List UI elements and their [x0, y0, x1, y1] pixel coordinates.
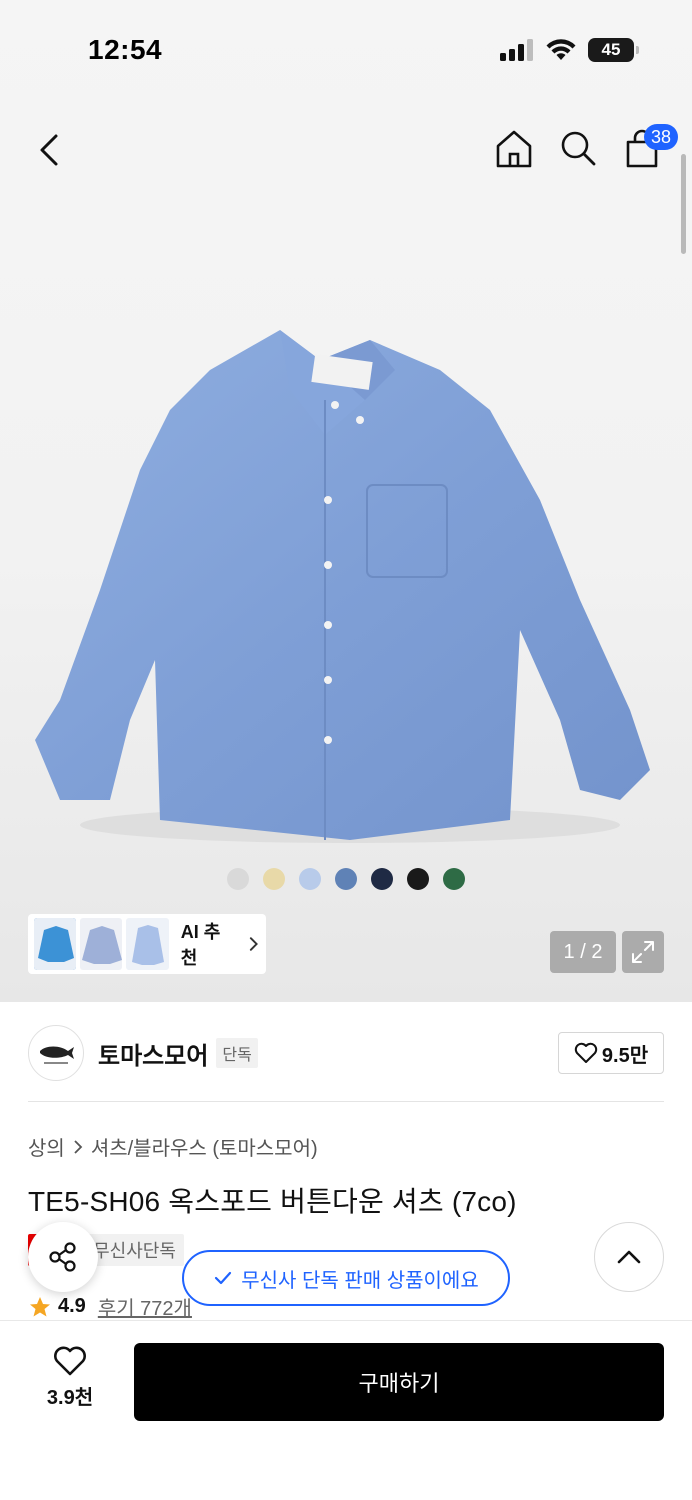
heart-icon — [54, 1346, 86, 1376]
breadcrumb-item-subcategory[interactable]: 셔츠/블라우스 (토마스모어) — [91, 1132, 318, 1161]
check-icon — [215, 1271, 232, 1285]
exclusive-tag: 무신사단독 — [85, 1234, 184, 1266]
brand-like-button[interactable]: 9.5만 — [558, 1032, 664, 1074]
divider — [28, 1101, 664, 1102]
chevron-right-icon — [74, 1139, 83, 1154]
battery-indicator: 45 — [588, 38, 639, 62]
search-button[interactable] — [558, 126, 598, 170]
cellular-signal-icon — [500, 39, 533, 61]
rating-row: 4.9 후기 772개 — [28, 1292, 192, 1321]
ai-recommend-label: AI 추천 — [180, 922, 221, 968]
brand-like-count: 9.5만 — [601, 1044, 649, 1067]
cart-button[interactable]: 38 — [622, 124, 678, 170]
wishlist-count: 3.9천 — [46, 1387, 94, 1409]
image-page-indicator: 1 / 2 — [550, 931, 616, 973]
product-image[interactable] — [20, 300, 670, 860]
expand-image-button[interactable] — [622, 931, 664, 973]
product-title: TE5-SH06 옥스포드 버튼다운 셔츠 (7co) — [28, 1186, 517, 1217]
share-icon — [49, 1242, 76, 1272]
breadcrumb-item-category[interactable]: 상의 — [28, 1132, 65, 1161]
wifi-icon — [546, 39, 576, 60]
brand-name[interactable]: 토마스모어 — [98, 1036, 208, 1071]
color-swatch-1[interactable] — [227, 868, 249, 890]
color-swatch-2[interactable] — [263, 868, 285, 890]
breadcrumb: 상의 셔츠/블라우스 (토마스모어) — [28, 1132, 318, 1161]
header-actions: 38 — [494, 124, 678, 170]
status-bar: 12:54 45 — [0, 0, 692, 100]
exclusive-toast: 무신사 단독 판매 상품이에요 — [182, 1250, 510, 1306]
buy-button[interactable]: 구매하기 — [134, 1343, 664, 1421]
status-time: 12:54 — [88, 34, 163, 65]
chevron-left-icon — [40, 134, 58, 166]
heart-icon — [574, 1042, 598, 1063]
home-button[interactable] — [494, 126, 534, 170]
chevron-up-icon — [617, 1250, 641, 1264]
ai-thumbnail-3 — [126, 918, 169, 970]
brand-exclusive-tag: 단독 — [216, 1038, 258, 1068]
scroll-to-top-button[interactable] — [594, 1222, 664, 1292]
chevron-right-icon — [249, 937, 258, 951]
color-swatch-4[interactable] — [335, 868, 357, 890]
ai-recommend-button[interactable]: AI 추천 — [28, 914, 266, 974]
whale-logo-icon — [40, 1046, 74, 1064]
color-swatches — [0, 868, 692, 890]
brand-row: 토마스모어 단독 9.5만 — [28, 1024, 664, 1082]
cart-count-badge: 38 — [644, 124, 678, 150]
star-icon — [30, 1296, 50, 1316]
ai-thumbnail-1 — [34, 918, 77, 970]
search-icon — [561, 131, 596, 166]
scrollbar[interactable] — [681, 154, 686, 254]
share-button[interactable] — [28, 1222, 98, 1292]
back-button[interactable] — [30, 128, 70, 172]
brand-logo[interactable] — [28, 1025, 84, 1081]
toast-message: 무신사 단독 판매 상품이에요 — [241, 1269, 479, 1292]
color-swatch-7[interactable] — [443, 868, 465, 890]
rating-value: 4.9 — [58, 1295, 86, 1317]
status-indicators: 45 — [500, 38, 639, 62]
expand-icon — [632, 941, 654, 963]
color-swatch-3[interactable] — [299, 868, 321, 890]
bottom-action-bar: 3.9천 구매하기 — [0, 1320, 692, 1500]
color-swatch-5[interactable] — [371, 868, 393, 890]
wishlist-button[interactable]: 3.9천 — [28, 1345, 112, 1415]
review-link[interactable]: 후기 772개 — [98, 1292, 192, 1321]
ai-thumbnail-2 — [80, 918, 123, 970]
home-icon — [496, 130, 532, 168]
color-swatch-6[interactable] — [407, 868, 429, 890]
